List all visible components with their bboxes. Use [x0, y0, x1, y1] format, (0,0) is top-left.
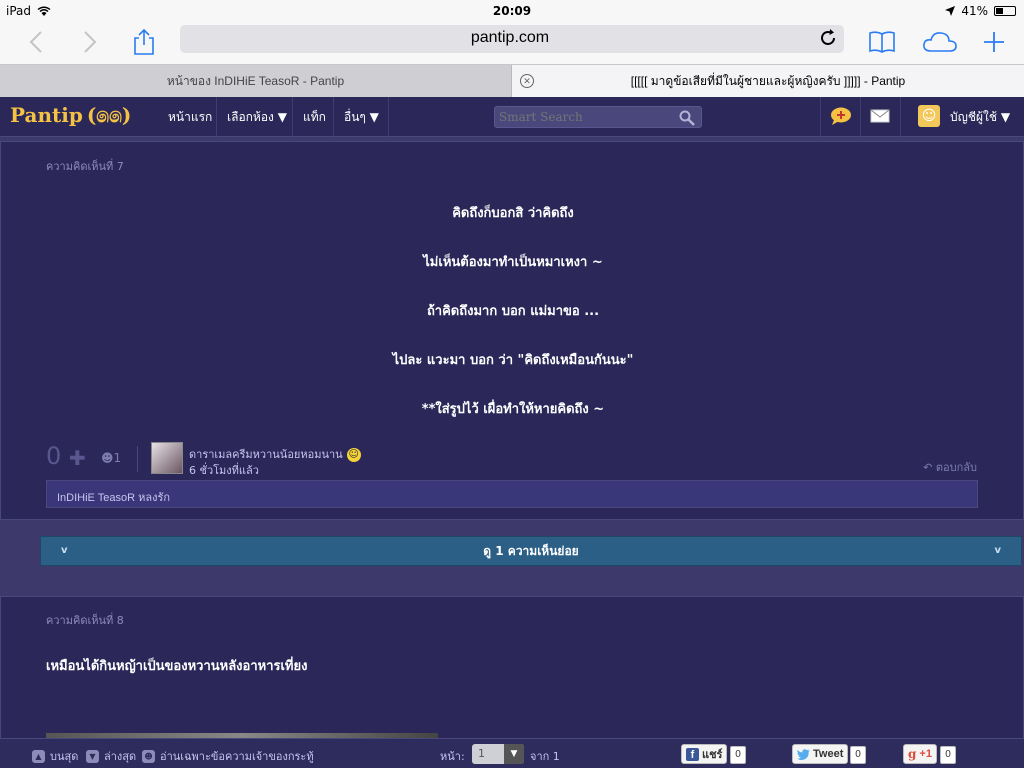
- comment-number: ความคิดเห็นที่ 7: [46, 160, 124, 173]
- twitter-icon: [797, 748, 810, 760]
- nav-home[interactable]: หน้าแรก: [158, 97, 222, 137]
- sub-comments-label: ดู 1 ความเห็นย่อย: [483, 543, 579, 558]
- post-time: 6 ชั่วโมงที่แล้ว: [189, 464, 259, 477]
- site-navbar: Pantip (෧෧) หน้าแรก เลือกห้อง ▼ แท็ก อื่น…: [0, 97, 1024, 137]
- chevron-down-icon: v: [994, 545, 1001, 556]
- user-avatar[interactable]: ☺: [918, 105, 940, 127]
- browser-toolbar: pantip.com: [0, 22, 1024, 64]
- battery-percent: 41%: [961, 4, 988, 18]
- comment-number: ความคิดเห็นที่ 8: [46, 614, 124, 627]
- search-icon[interactable]: [679, 110, 695, 126]
- new-tab-icon[interactable]: [978, 26, 1010, 58]
- emotion-count: 1: [113, 451, 122, 465]
- comment-line: ไปละ แวะมา บอก ว่า "คิดถึงเหมือนกันนะ": [392, 353, 634, 368]
- chat-icon[interactable]: [830, 106, 852, 126]
- status-bar: iPad 20:09 41%: [0, 0, 1024, 22]
- mail-icon[interactable]: [870, 109, 890, 123]
- smart-search[interactable]: [494, 106, 702, 128]
- tab-current-thread[interactable]: ✕ [[[[[ มาดูข้อเสียที่มีในผู้ชายและผู้หญ…: [512, 65, 1024, 97]
- page-select[interactable]: 1 ▼: [472, 744, 524, 764]
- smiley-icon: ☺: [346, 448, 361, 462]
- owner-icon: ☻: [142, 749, 155, 763]
- icloud-tabs-icon[interactable]: [920, 26, 960, 58]
- nav-choose-room[interactable]: เลือกห้อง ▼: [216, 97, 297, 137]
- scroll-bottom-button[interactable]: ▼ ล่างสุด: [86, 747, 136, 765]
- comment-text: เหมือนได้กินหญ้าเป็นของหวานหลังอาหารเที่…: [46, 659, 308, 674]
- owner-only-button[interactable]: ☻ อ่านเฉพาะข้อความเจ้าของกระทู้: [142, 747, 314, 765]
- comment-line: **ใส่รูปไว้ เผื่อทำให้หายคิดถึง ~: [421, 402, 605, 417]
- page-total: จาก 1: [530, 750, 560, 763]
- arrow-down-icon: ▼: [86, 749, 99, 763]
- comment-line: ไม่เห็นต้องมาทำเป็นหมาเหงา ~: [423, 255, 603, 270]
- nav-more[interactable]: อื่นๆ ▼: [333, 97, 389, 137]
- search-input[interactable]: [499, 109, 669, 125]
- bookmarks-icon[interactable]: [866, 26, 898, 58]
- facebook-share-button[interactable]: f แชร์: [681, 744, 728, 764]
- author-avatar[interactable]: [151, 442, 183, 474]
- back-icon[interactable]: [20, 26, 52, 58]
- url-text: pantip.com: [470, 29, 550, 46]
- dropdown-arrow-icon: ▼: [504, 744, 524, 764]
- pantip-logo[interactable]: Pantip (෧෧): [10, 103, 131, 127]
- google-plus-icon: g: [908, 747, 917, 761]
- close-tab-icon[interactable]: ✕: [520, 74, 534, 88]
- comment-line: คิดถึงก็บอกสิ ว่าคิดถึง: [452, 206, 574, 221]
- forward-icon[interactable]: [74, 26, 106, 58]
- nav-tags[interactable]: แท็ก: [292, 97, 336, 137]
- battery-icon: [994, 6, 1016, 16]
- logo-mark: (෧෧): [86, 103, 132, 127]
- browser-tabs: หน้าของ InDIHiE TeasoR - Pantip ✕ [[[[[ …: [0, 64, 1024, 97]
- tab-title: [[[[[ มาดูข้อเสียที่มีในผู้ชายและผู้หญิง…: [630, 73, 906, 88]
- plus-vote-icon[interactable]: ✚: [69, 446, 86, 470]
- vote-count: 0: [46, 442, 62, 470]
- view-sub-comments-button[interactable]: v ดู 1 ความเห็นย่อย v: [40, 536, 1022, 566]
- tab-profile[interactable]: หน้าของ InDIHiE TeasoR - Pantip: [0, 65, 512, 97]
- emotion-button[interactable]: ☻1: [101, 451, 121, 465]
- facebook-icon: f: [686, 747, 699, 761]
- location-arrow-icon: [945, 6, 956, 16]
- emotion-icon: ☻: [101, 451, 114, 465]
- comment-card-7: ความคิดเห็นที่ 7 คิดถึงก็บอกสิ ว่าคิดถึง…: [0, 141, 1024, 520]
- google-plus-button[interactable]: g +1: [903, 744, 937, 764]
- page-label: หน้า:: [440, 750, 465, 763]
- status-time: 20:09: [492, 4, 532, 18]
- bottom-toolbar: ▲ บนสุด ▼ ล่างสุด ☻ อ่านเฉพาะข้อความเจ้าของ…: [0, 738, 1024, 768]
- arrow-up-icon: ▲: [32, 749, 45, 763]
- facebook-count: 0: [730, 746, 746, 764]
- tab-title: หน้าของ InDIHiE TeasoR - Pantip: [166, 73, 345, 88]
- comment-line: ถ้าคิดถึงมาก บอก แม่มาขอ ...: [426, 304, 600, 319]
- google-plus-count: 0: [940, 746, 956, 764]
- share-icon[interactable]: [128, 26, 160, 58]
- account-menu[interactable]: บัญชีผู้ใช้ ▼: [940, 97, 1020, 137]
- address-bar[interactable]: pantip.com: [180, 25, 844, 53]
- reload-icon[interactable]: [818, 28, 838, 48]
- scroll-top-button[interactable]: ▲ บนสุด: [32, 747, 78, 765]
- sub-comment-box: InDIHiE TeasoR หลงรัก: [46, 480, 978, 508]
- reply-icon: ↶: [923, 461, 936, 474]
- chevron-down-icon: v: [61, 545, 68, 556]
- tweet-count: 0: [850, 746, 866, 764]
- reply-button[interactable]: ↶ ตอบกลับ: [923, 458, 977, 476]
- tweet-button[interactable]: Tweet: [792, 744, 849, 764]
